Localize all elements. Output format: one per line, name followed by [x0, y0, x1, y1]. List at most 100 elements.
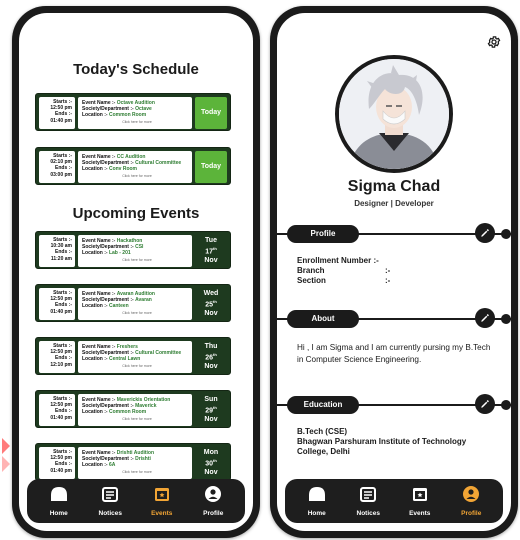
- date-value: 26: [205, 354, 213, 362]
- gear-icon[interactable]: [487, 35, 501, 49]
- society-label: Society/Department :-: [82, 160, 134, 167]
- day: Sun: [204, 396, 218, 404]
- event-info: Event Name :- Hackathon Society/Departme…: [78, 235, 192, 267]
- more-link[interactable]: Click here for more: [82, 470, 192, 474]
- edit-profile-button[interactable]: [475, 223, 495, 243]
- date-suffix: th: [213, 405, 217, 411]
- notices-icon: [101, 485, 119, 508]
- corner-decoration: [2, 428, 16, 498]
- society-label: Society/Department :-: [82, 297, 134, 304]
- profile-section-label: Profile: [287, 225, 359, 243]
- society-label: Society/Department :-: [82, 106, 134, 113]
- event-info: Event Name :- Octave Audition Society/De…: [78, 97, 192, 129]
- date-value: 30: [205, 460, 213, 468]
- nav-profile[interactable]: Profile: [191, 485, 235, 517]
- nav-label: Home: [307, 510, 326, 517]
- event-card[interactable]: Starts :- 02:10 pm Ends :- 03:00 pm Even…: [35, 147, 231, 185]
- more-link[interactable]: Click here for more: [82, 364, 192, 368]
- event-time: Starts :- 12:50 pm Ends :- 01:40 pm: [39, 447, 75, 479]
- pencil-icon: [481, 229, 489, 237]
- event-card[interactable]: Starts :- 12:50 pm Ends :- 01:40 pm Even…: [35, 284, 231, 322]
- nav-home[interactable]: Home: [37, 485, 81, 517]
- event-time: Starts :- 12:50 pm Ends :- 01:40 pm: [39, 394, 75, 426]
- society: Maverick: [135, 403, 157, 410]
- event-name: Drishti Audition: [116, 450, 155, 456]
- society: Drishti: [135, 456, 151, 463]
- end-time: 03:00 pm: [50, 171, 72, 178]
- event-time: Starts :- 12:50 pm Ends :- 01:40 pm: [39, 288, 75, 320]
- more-link[interactable]: Click here for more: [82, 174, 192, 178]
- event-name-label: Event Name :-: [82, 344, 116, 350]
- location-label: Location :-: [82, 112, 108, 119]
- month: Nov: [204, 256, 218, 264]
- date-suffix: th: [213, 458, 217, 464]
- event-info: Event Name :- Drishti Audition Society/D…: [78, 447, 192, 479]
- date-num: 29th: [205, 404, 217, 415]
- society: CSI: [135, 244, 144, 251]
- location: Common Room: [108, 112, 147, 119]
- branch-label: Branch: [297, 266, 325, 275]
- date-badge: Mon 30th Nov: [195, 447, 227, 479]
- date-num: 30th: [205, 457, 217, 468]
- end-time: 01:40 pm: [50, 117, 72, 124]
- avatar: [335, 55, 453, 173]
- nav-label: Profile: [203, 510, 224, 517]
- notices-icon: [359, 485, 377, 508]
- more-link[interactable]: Click here for more: [82, 417, 192, 421]
- location: Central Lawn: [108, 356, 141, 363]
- location-label: Location :-: [82, 462, 108, 469]
- section-value: :-: [385, 276, 391, 285]
- date-badge: Thu 26th Nov: [195, 341, 227, 373]
- date-value: 29: [205, 407, 213, 415]
- nav-notices[interactable]: Notices: [88, 485, 132, 517]
- profile-icon: [462, 485, 480, 508]
- event-info: Event Name :- Avaran Audition Society/De…: [78, 288, 192, 320]
- enrollment-label: Enrollment Number :-: [297, 256, 379, 265]
- society: Cultural Committee: [135, 160, 182, 167]
- month: Nov: [204, 415, 218, 423]
- event-card[interactable]: Starts :- 12:50 pm Ends :- 12:10 pm Even…: [35, 337, 231, 375]
- more-link[interactable]: Click here for more: [82, 311, 192, 315]
- profile-icon: [204, 485, 222, 508]
- day: Thu: [204, 343, 218, 351]
- date-suffix: th: [213, 246, 217, 252]
- nav-label: Profile: [461, 510, 482, 517]
- month: Nov: [204, 309, 218, 317]
- event-name: Avaran Audition: [116, 291, 155, 297]
- day: Wed: [203, 290, 219, 298]
- location-label: Location :-: [82, 303, 108, 310]
- bottom-nav: Home Notices Events Profile: [285, 479, 503, 523]
- todays-schedule-title: Today's Schedule: [73, 61, 199, 78]
- event-info: Event Name :- Freshers Society/Departmen…: [78, 341, 192, 373]
- education-section-header: Education: [277, 394, 511, 414]
- event-info: Event Name :- Maverickis Orientation Soc…: [78, 394, 192, 426]
- day: Mon: [203, 449, 219, 457]
- date-value: 17: [205, 248, 213, 256]
- nav-label: Notices: [356, 510, 380, 517]
- event-card[interactable]: Starts :- 12:50 pm Ends :- 01:40 pm Even…: [35, 443, 231, 481]
- events-icon: [153, 485, 171, 508]
- edit-about-button[interactable]: [475, 308, 495, 328]
- society-label: Society/Department :-: [82, 456, 134, 463]
- month: Nov: [204, 362, 218, 370]
- home-icon: [307, 485, 327, 508]
- event-card[interactable]: Starts :- 12:50 pm Ends :- 01:40 pm Even…: [35, 93, 231, 131]
- event-card[interactable]: Starts :- 10:30 am Ends :- 11:20 am Even…: [35, 231, 231, 269]
- events-icon: [411, 485, 429, 508]
- nav-events[interactable]: Events: [140, 485, 184, 517]
- end-time: 11:20 am: [50, 255, 72, 262]
- end-time: 01:40 pm: [50, 308, 72, 315]
- more-link[interactable]: Click here for more: [82, 120, 192, 124]
- event-card[interactable]: Starts :- 12:50 pm Ends :- 01:40 pm Even…: [35, 390, 231, 428]
- event-time: Starts :- 02:10 pm Ends :- 03:00 pm: [39, 151, 75, 183]
- event-time: Starts :- 12:50 pm Ends :- 01:40 pm: [39, 97, 75, 129]
- nav-home[interactable]: Home: [295, 485, 339, 517]
- nav-events[interactable]: Events: [398, 485, 442, 517]
- date-suffix: th: [213, 299, 217, 305]
- edit-education-button[interactable]: [475, 394, 495, 414]
- pencil-icon: [481, 314, 489, 322]
- nav-notices[interactable]: Notices: [346, 485, 390, 517]
- end-time: 01:40 pm: [50, 414, 72, 421]
- nav-profile[interactable]: Profile: [449, 485, 493, 517]
- more-link[interactable]: Click here for more: [82, 258, 192, 262]
